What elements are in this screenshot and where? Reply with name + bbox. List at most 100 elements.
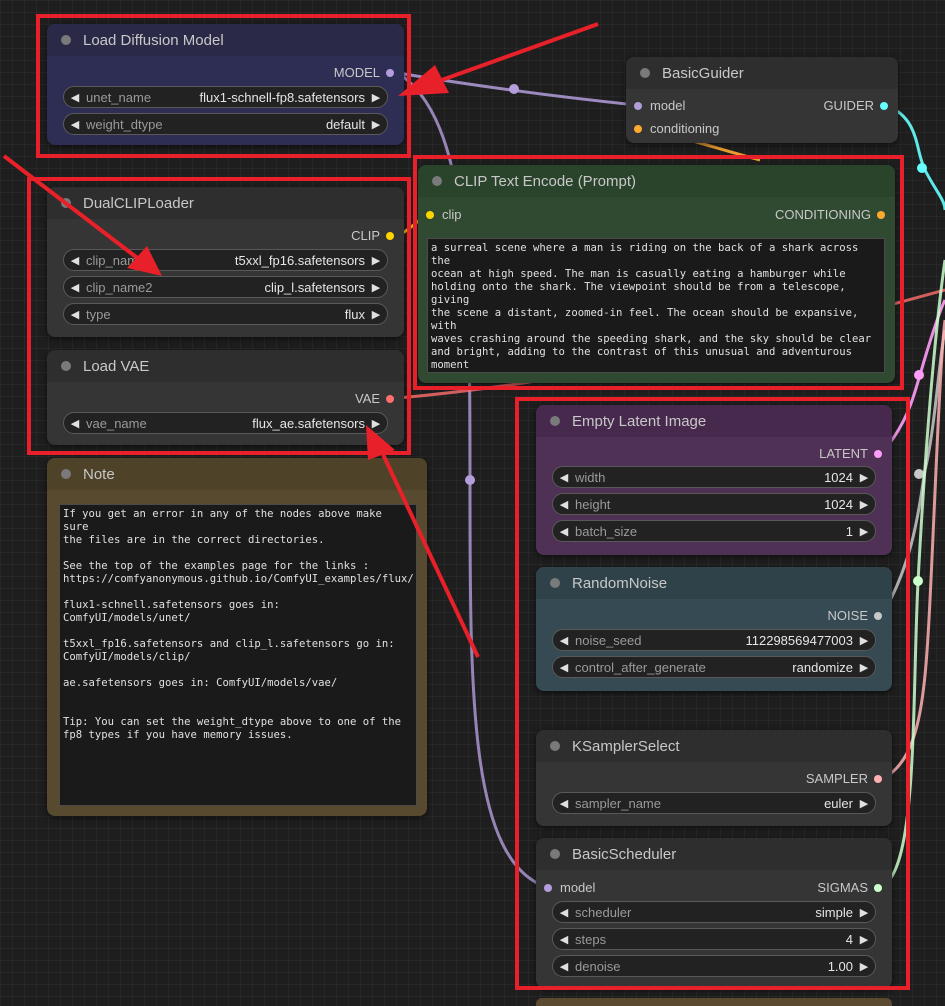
output-guider-slot[interactable]: GUIDER — [823, 98, 888, 113]
node-title-bar[interactable]: Load VAE — [47, 350, 404, 382]
node-load-vae[interactable]: Load VAE VAE ◀ vae_name flux_ae.safetens… — [47, 350, 404, 445]
node-title-bar[interactable]: DualCLIPLoader — [47, 187, 404, 219]
node-title-bar[interactable]: Empty Latent Image — [536, 405, 892, 437]
increment-arrow-icon[interactable]: ▶ — [853, 634, 875, 647]
vae-name-combo[interactable]: ◀ vae_name flux_ae.safetensors ▶ — [63, 412, 388, 434]
increment-arrow-icon[interactable]: ▶ — [853, 933, 875, 946]
output-sampler-pin-icon[interactable] — [874, 774, 882, 783]
collapse-dot-icon[interactable] — [550, 849, 560, 859]
steps-number-input[interactable]: ◀ steps 4 ▶ — [552, 928, 876, 950]
node-title-bar[interactable]: KSamplerSelect — [536, 730, 892, 762]
collapse-dot-icon[interactable] — [432, 176, 442, 186]
node-basic-guider[interactable]: BasicGuider model conditioning GUIDER — [626, 57, 898, 143]
input-conditioning-slot[interactable]: conditioning — [634, 121, 719, 136]
sampler-name-combo[interactable]: ◀ sampler_name euler ▶ — [552, 792, 876, 814]
left-arrow-icon[interactable]: ◀ — [64, 281, 86, 294]
output-noise-slot[interactable]: NOISE — [828, 608, 882, 623]
left-arrow-icon[interactable]: ◀ — [553, 797, 575, 810]
increment-arrow-icon[interactable]: ▶ — [853, 525, 875, 538]
output-sampler-slot[interactable]: SAMPLER — [806, 771, 882, 786]
right-arrow-icon[interactable]: ▶ — [853, 661, 875, 674]
node-title-bar[interactable]: CLIP Text Encode (Prompt) — [418, 165, 895, 197]
right-arrow-icon[interactable]: ▶ — [365, 254, 387, 267]
input-model-pin-icon[interactable] — [544, 883, 552, 892]
input-conditioning-pin-icon[interactable] — [634, 124, 642, 133]
input-model-slot[interactable]: model — [544, 880, 595, 895]
output-clip-pin-icon[interactable] — [386, 231, 394, 240]
right-arrow-icon[interactable]: ▶ — [853, 797, 875, 810]
output-conditioning-pin-icon[interactable] — [877, 210, 885, 219]
node-empty-latent-image[interactable]: Empty Latent Image LATENT ◀ width 1024 ▶… — [536, 405, 892, 555]
right-arrow-icon[interactable]: ▶ — [365, 308, 387, 321]
left-arrow-icon[interactable]: ◀ — [64, 118, 86, 131]
output-model-pin-icon[interactable] — [386, 68, 394, 77]
noise-seed-number-input[interactable]: ◀ noise_seed 112298569477003 ▶ — [552, 629, 876, 651]
output-latent-pin-icon[interactable] — [874, 449, 882, 458]
height-number-input[interactable]: ◀ height 1024 ▶ — [552, 493, 876, 515]
collapse-dot-icon[interactable] — [61, 198, 71, 208]
scheduler-combo[interactable]: ◀ scheduler simple ▶ — [552, 901, 876, 923]
output-model-slot[interactable]: MODEL — [334, 65, 394, 80]
right-arrow-icon[interactable]: ▶ — [365, 281, 387, 294]
collapse-dot-icon[interactable] — [640, 68, 650, 78]
decrement-arrow-icon[interactable]: ◀ — [553, 525, 575, 538]
right-arrow-icon[interactable]: ▶ — [365, 118, 387, 131]
denoise-number-input[interactable]: ◀ denoise 1.00 ▶ — [552, 955, 876, 977]
batch-size-number-input[interactable]: ◀ batch_size 1 ▶ — [552, 520, 876, 542]
increment-arrow-icon[interactable]: ▶ — [853, 471, 875, 484]
unet-name-combo[interactable]: ◀ unet_name flux1-schnell-fp8.safetensor… — [63, 86, 388, 108]
left-arrow-icon[interactable]: ◀ — [64, 308, 86, 321]
left-arrow-icon[interactable]: ◀ — [553, 906, 575, 919]
node-title-bar[interactable]: Load Diffusion Model — [47, 24, 404, 56]
right-arrow-icon[interactable]: ▶ — [365, 417, 387, 430]
node-title-bar[interactable]: BasicGuider — [626, 57, 898, 89]
decrement-arrow-icon[interactable]: ◀ — [553, 960, 575, 973]
node-basic-scheduler[interactable]: BasicScheduler model SIGMAS ◀ scheduler … — [536, 838, 892, 988]
type-combo[interactable]: ◀ type flux ▶ — [63, 303, 388, 325]
decrement-arrow-icon[interactable]: ◀ — [553, 634, 575, 647]
right-arrow-icon[interactable]: ▶ — [853, 906, 875, 919]
output-latent-slot[interactable]: LATENT — [819, 446, 882, 461]
node-title-bar[interactable]: BasicScheduler — [536, 838, 892, 870]
increment-arrow-icon[interactable]: ▶ — [853, 960, 875, 973]
output-conditioning-slot[interactable]: CONDITIONING — [775, 207, 885, 222]
input-model-slot[interactable]: model — [634, 98, 685, 113]
node-note[interactable]: Note If you get an error in any of the n… — [47, 458, 427, 816]
node-dual-clip-loader[interactable]: DualCLIPLoader CLIP ◀ clip_nam t5xxl_fp1… — [47, 187, 404, 337]
increment-arrow-icon[interactable]: ▶ — [853, 498, 875, 511]
input-model-pin-icon[interactable] — [634, 101, 642, 110]
output-clip-slot[interactable]: CLIP — [351, 228, 394, 243]
output-sigmas-slot[interactable]: SIGMAS — [817, 880, 882, 895]
clip-name1-combo[interactable]: ◀ clip_nam t5xxl_fp16.safetensors ▶ — [63, 249, 388, 271]
collapse-dot-icon[interactable] — [550, 416, 560, 426]
left-arrow-icon[interactable]: ◀ — [553, 661, 575, 674]
output-sigmas-pin-icon[interactable] — [874, 883, 882, 892]
node-title-bar[interactable]: Note — [47, 458, 427, 490]
left-arrow-icon[interactable]: ◀ — [64, 254, 86, 267]
width-number-input[interactable]: ◀ width 1024 ▶ — [552, 466, 876, 488]
collapse-dot-icon[interactable] — [61, 35, 71, 45]
decrement-arrow-icon[interactable]: ◀ — [553, 933, 575, 946]
input-clip-slot[interactable]: clip — [426, 207, 462, 222]
node-clip-text-encode[interactable]: CLIP Text Encode (Prompt) clip CONDITION… — [418, 165, 895, 383]
node-partial-bottom[interactable] — [536, 998, 892, 1006]
left-arrow-icon[interactable]: ◀ — [64, 417, 86, 430]
output-vae-slot[interactable]: VAE — [355, 391, 394, 406]
output-noise-pin-icon[interactable] — [874, 611, 882, 620]
note-textarea[interactable]: If you get an error in any of the nodes … — [59, 504, 417, 806]
node-random-noise[interactable]: RandomNoise NOISE ◀ noise_seed 112298569… — [536, 567, 892, 691]
collapse-dot-icon[interactable] — [61, 469, 71, 479]
node-title-bar[interactable]: RandomNoise — [536, 567, 892, 599]
right-arrow-icon[interactable]: ▶ — [365, 91, 387, 104]
collapse-dot-icon[interactable] — [550, 578, 560, 588]
left-arrow-icon[interactable]: ◀ — [64, 91, 86, 104]
prompt-textarea[interactable]: a surreal scene where a man is riding on… — [427, 238, 885, 373]
node-ksampler-select[interactable]: KSamplerSelect SAMPLER ◀ sampler_name eu… — [536, 730, 892, 826]
weight-dtype-combo[interactable]: ◀ weight_dtype default ▶ — [63, 113, 388, 135]
decrement-arrow-icon[interactable]: ◀ — [553, 498, 575, 511]
collapse-dot-icon[interactable] — [61, 361, 71, 371]
decrement-arrow-icon[interactable]: ◀ — [553, 471, 575, 484]
input-clip-pin-icon[interactable] — [426, 210, 434, 219]
output-guider-pin-icon[interactable] — [880, 101, 888, 110]
clip-name2-combo[interactable]: ◀ clip_name2 clip_l.safetensors ▶ — [63, 276, 388, 298]
